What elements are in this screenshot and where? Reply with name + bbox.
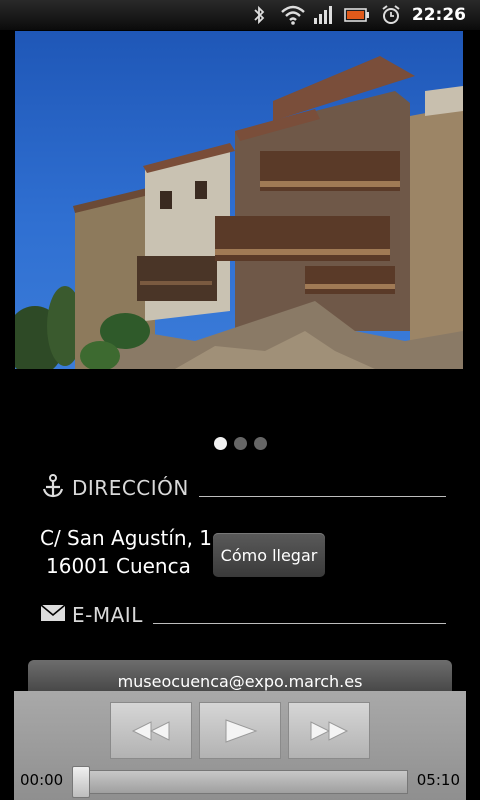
como-llegar-button[interactable]: Cómo llegar — [213, 533, 325, 577]
image-pager[interactable] — [0, 437, 480, 450]
direccion-label: DIRECCIÓN — [72, 476, 189, 500]
rewind-button[interactable] — [110, 702, 192, 759]
seek-thumb[interactable] — [72, 766, 90, 798]
current-time: 00:00 — [20, 771, 64, 789]
divider — [152, 622, 446, 624]
total-time: 05:10 — [416, 771, 460, 789]
seek-bar[interactable] — [72, 770, 408, 794]
email-header: E-MAIL — [40, 603, 446, 627]
rewind-icon — [131, 720, 170, 741]
battery-icon — [344, 4, 370, 26]
museum-photo[interactable] — [15, 31, 463, 369]
play-button[interactable] — [199, 702, 281, 759]
pager-dot[interactable] — [233, 437, 247, 450]
address-line2: 16001 Cuenca — [46, 554, 191, 578]
direccion-header: DIRECCIÓN — [40, 473, 446, 503]
bluetooth-icon — [248, 4, 270, 26]
clock: 22:26 — [411, 5, 466, 25]
pager-dot[interactable] — [253, 437, 267, 450]
divider — [198, 495, 446, 497]
address-text: C/ San Agustín, 1 16001 Cuenca — [40, 524, 212, 580]
fast-forward-icon — [310, 720, 349, 741]
media-player: 00:00 05:10 — [14, 691, 466, 800]
email-label: E-MAIL — [72, 603, 143, 627]
fast-forward-button[interactable] — [288, 702, 370, 759]
address-line1: C/ San Agustín, 1 — [40, 526, 213, 550]
anchor-icon — [40, 473, 66, 503]
play-icon — [225, 718, 258, 743]
pager-dot[interactable] — [213, 437, 227, 450]
casas-colgadas-photo — [15, 56, 463, 369]
status-bar: 22:26 — [0, 0, 480, 30]
wifi-icon — [280, 4, 305, 26]
signal-icon — [312, 4, 334, 26]
alarm-icon — [380, 4, 402, 26]
envelope-icon — [40, 603, 66, 627]
